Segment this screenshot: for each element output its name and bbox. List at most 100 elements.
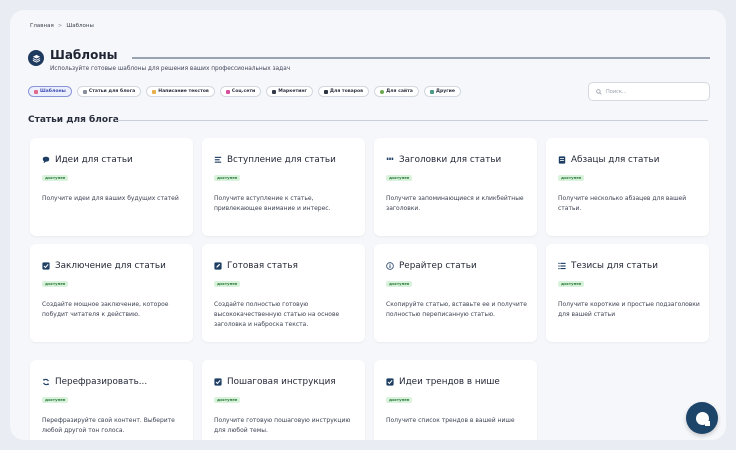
card-title-text: Рерайтер статьи — [399, 261, 477, 271]
page-title: Шаблоны — [50, 48, 118, 62]
card-description: Перефразируйте свой контент. Выберите лю… — [42, 417, 175, 434]
card-description: Получите список трендов в вашей нише — [386, 417, 515, 424]
filter-label: Другие — [435, 89, 456, 94]
card-title-text: Перефразировать... — [55, 377, 148, 387]
card-description: Создайте мощное заключение, которое побу… — [42, 301, 169, 318]
edit-icon — [214, 262, 222, 270]
card-title: Абзацы для статьи — [558, 155, 659, 165]
card-title: Идеи трендов в нише — [386, 377, 500, 387]
product-icon — [323, 89, 328, 94]
status-badge: доступен — [42, 281, 69, 287]
card-title-text: Тезисы для статьи — [571, 261, 658, 271]
filter-label: Для сайта — [386, 89, 413, 94]
template-card-headlines[interactable]: Заголовки для статьи доступен Получите з… — [374, 138, 537, 236]
card-title: Перефразировать... — [42, 377, 147, 387]
card-description: Получите несколько абзацев для вашей ста… — [558, 195, 687, 212]
card-description: Получите идеи для ваших будущих статей — [42, 195, 179, 202]
layers-icon — [28, 50, 44, 66]
template-card-paragraphs[interactable]: Абзацы для статьи доступен Получите неск… — [546, 138, 709, 236]
checkbox-icon — [386, 378, 394, 386]
filter-label: Шаблоны — [40, 89, 66, 94]
card-title-text: Заголовки для статьи — [399, 155, 502, 165]
card-description: Скопируйте статью, вставьте ее и получит… — [386, 301, 527, 318]
card-description: Создайте полностью готовую высококачеств… — [214, 301, 340, 328]
status-badge: доступен — [42, 397, 69, 403]
card-description: Получите вступление к статье, привлекающ… — [214, 195, 331, 212]
card-title-text: Пошаговая инструкция — [227, 377, 336, 387]
template-card-niche-trends[interactable]: Идеи трендов в нише доступен Получите сп… — [374, 360, 537, 440]
filter-chip-marketing[interactable]: Маркетинг — [266, 86, 313, 97]
other-icon — [429, 89, 434, 94]
card-title-text: Вступление для статьи — [227, 155, 336, 165]
card-title: Готовая статья — [214, 261, 298, 271]
search-input[interactable]: Поиск... — [588, 82, 710, 101]
filter-label: Для товаров — [329, 89, 364, 94]
template-card-paraphrase[interactable]: Перефразировать... доступен Перефразируй… — [30, 360, 193, 440]
section-divider — [116, 120, 708, 121]
template-card-conclusion[interactable]: Заключение для статьи доступен Создайте … — [30, 244, 193, 342]
card-title: Рерайтер статьи — [386, 261, 477, 271]
filter-bar: Шаблоны Статьи для блога Написание текст… — [28, 86, 462, 97]
status-badge: доступен — [386, 397, 413, 403]
article-icon — [82, 89, 87, 94]
breadcrumb-home[interactable]: Главная — [30, 23, 54, 29]
filter-chip-blog[interactable]: Статьи для блога — [76, 86, 142, 97]
status-badge: доступен — [214, 397, 241, 403]
card-title-text: Идеи трендов в нише — [399, 377, 500, 387]
info-icon — [386, 262, 394, 270]
social-icon — [225, 89, 230, 94]
globe-icon — [380, 89, 385, 94]
card-title: Заголовки для статьи — [386, 155, 501, 165]
status-badge: доступен — [558, 175, 585, 181]
chart-icon — [34, 89, 38, 94]
card-description: Получите запоминающиеся и кликбейтные за… — [386, 195, 524, 212]
filter-chip-other[interactable]: Другие — [423, 86, 462, 97]
page-subtitle: Используйте готовые шаблоны для решения … — [50, 66, 291, 72]
template-card-intro[interactable]: Вступление для статьи доступен Получите … — [202, 138, 365, 236]
quote-icon — [386, 157, 394, 160]
document-icon — [558, 156, 566, 164]
filter-chip-social[interactable]: Соц.сети — [219, 86, 262, 97]
filter-chip-products[interactable]: Для товаров — [317, 86, 370, 97]
card-description: Получите короткие и простые подзаголовки… — [558, 301, 700, 318]
card-title-text: Идеи для статьи — [55, 155, 133, 165]
main-panel: Главная > Шаблоны Шаблоны Используйте го… — [10, 10, 726, 440]
card-title: Вступление для статьи — [214, 155, 336, 165]
chat-bubble-icon — [695, 411, 710, 426]
breadcrumb-current: Шаблоны — [66, 23, 94, 29]
status-badge: доступен — [42, 175, 69, 181]
filter-label: Статьи для блога — [88, 89, 136, 94]
card-title-text: Готовая статья — [227, 261, 298, 271]
lines-icon — [214, 156, 222, 163]
breadcrumb-separator: > — [57, 23, 63, 29]
card-title: Заключение для статьи — [42, 261, 166, 271]
list-icon — [558, 262, 566, 270]
filter-chip-writing[interactable]: Написание текстов — [146, 86, 215, 97]
template-card-ideas[interactable]: Идеи для статьи доступен Получите идеи д… — [30, 138, 193, 236]
template-card-full-article[interactable]: Готовая статья доступен Создайте полност… — [202, 244, 365, 342]
filter-label: Написание текстов — [158, 89, 209, 94]
card-title: Идеи для статьи — [42, 155, 133, 165]
card-title-text: Заключение для статьи — [55, 261, 166, 271]
template-card-step-guide[interactable]: Пошаговая инструкция доступен Получите г… — [202, 360, 365, 440]
search-icon — [596, 88, 602, 95]
filter-chip-site[interactable]: Для сайта — [374, 86, 419, 97]
filter-label: Маркетинг — [278, 89, 307, 94]
card-title: Пошаговая инструкция — [214, 377, 336, 387]
card-title-text: Абзацы для статьи — [571, 155, 660, 165]
chat-button[interactable] — [686, 402, 718, 434]
status-badge: доступен — [214, 175, 241, 181]
search-placeholder: Поиск... — [606, 88, 627, 95]
card-title: Тезисы для статьи — [558, 261, 658, 271]
template-card-theses[interactable]: Тезисы для статьи доступен Получите коро… — [546, 244, 709, 342]
status-badge: доступен — [386, 281, 413, 287]
filter-chip-templates[interactable]: Шаблоны — [28, 86, 72, 97]
breadcrumb: Главная > Шаблоны — [30, 23, 94, 29]
pencil-icon — [152, 89, 157, 94]
refresh-icon — [42, 378, 50, 386]
section-title: Статьи для блога — [28, 115, 119, 125]
page-header: Шаблоны Используйте готовые шаблоны для … — [28, 48, 718, 74]
title-divider — [132, 57, 710, 59]
checkbox-icon — [214, 378, 222, 386]
template-card-rewriter[interactable]: Рерайтер статьи доступен Скопируйте стат… — [374, 244, 537, 342]
